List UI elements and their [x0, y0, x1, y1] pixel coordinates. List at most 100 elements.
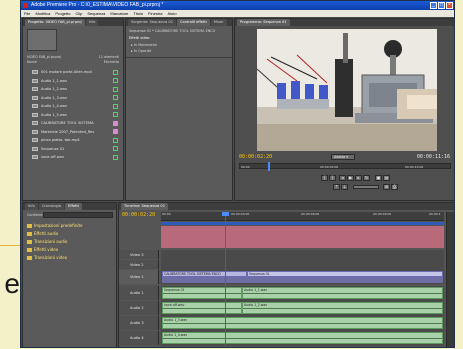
bin-audio-transitions[interactable]: Transizioni audio: [27, 239, 67, 244]
folder-icon: [27, 223, 32, 228]
project-panel: Progetto: VIDEO FAB_pi.prproj Info VIDEO…: [22, 18, 124, 201]
waveform: [163, 337, 442, 339]
file-item[interactable]: CALIBRATORE TOOL SISTEMA: [23, 119, 123, 128]
file-item[interactable]: Audio 1_1.wav: [23, 77, 123, 86]
step-back-icon[interactable]: ◂: [339, 175, 346, 181]
file-item[interactable]: 001 motore porta Allen.mp4: [23, 68, 123, 77]
video-file-icon: [32, 138, 38, 143]
track-video-2[interactable]: Video 2: [119, 260, 159, 269]
track-audio-1[interactable]: Audio 1: [119, 286, 159, 300]
track-audio-2[interactable]: Audio 2: [119, 301, 159, 315]
zoom-dropdown[interactable]: Adatta ▾: [331, 154, 355, 160]
render-region: [161, 226, 444, 248]
column-label[interactable]: Etichetta: [104, 60, 119, 64]
menu-aiuto[interactable]: Aiuto: [168, 10, 177, 17]
mark-out-icon[interactable]: }: [329, 175, 336, 181]
tab-info-2[interactable]: Info: [25, 203, 38, 210]
column-name[interactable]: Nome: [27, 60, 37, 64]
timeline-timecode[interactable]: 00:00:02:20: [122, 212, 155, 218]
slide-accent-left: [0, 245, 20, 246]
project-name: VIDEO FAB_pi.prproj: [27, 55, 62, 59]
audio-clip[interactable]: Audio 1_3.wav: [162, 317, 443, 329]
minimize-button[interactable]: _: [430, 2, 437, 9]
file-item[interactable]: voce-off.wav: [23, 153, 123, 162]
project-preview-thumbnail: [27, 29, 57, 51]
monitor-ruler[interactable]: 00:00 00:00:05:00 00:00:10:00: [239, 163, 451, 169]
trim-icon[interactable]: ⊞: [383, 184, 390, 190]
playhead-handle[interactable]: [222, 212, 229, 216]
bin-presets[interactable]: Impostazioni predefinite: [27, 223, 83, 228]
export-frame-icon[interactable]: ⎙: [391, 184, 398, 190]
tab-program[interactable]: Programma: Sequenza 01: [237, 19, 290, 26]
current-timecode[interactable]: 00:00:02:20: [239, 154, 272, 160]
close-button[interactable]: ×: [446, 2, 453, 9]
audio-file-icon: [32, 112, 38, 117]
menu-titolo[interactable]: Titolo: [133, 10, 143, 17]
audio-clip[interactable]: Audio 1_4.wav: [162, 332, 443, 344]
mark-in-icon[interactable]: {: [321, 175, 328, 181]
audio-clip[interactable]: Sequenza 01: [162, 287, 242, 299]
file-item[interactable]: Materiale 2007_Patented_Rev: [23, 128, 123, 137]
bin-video-effects[interactable]: Effetti video: [27, 247, 58, 252]
file-item[interactable]: Sequenza 01: [23, 145, 123, 154]
file-item[interactable]: Audio 1_5.wav: [23, 111, 123, 120]
lift-icon[interactable]: ⇡: [333, 184, 340, 190]
audio-file-icon: [32, 104, 38, 109]
work-area-bar[interactable]: [161, 222, 444, 225]
track-audio-4[interactable]: Audio 4: [119, 331, 159, 345]
timeline-playhead[interactable]: [225, 212, 226, 346]
menu-clip[interactable]: Clip: [75, 10, 82, 17]
menu-modifica[interactable]: Modifica: [35, 10, 50, 17]
file-item[interactable]: pinza piatta. tab.mp4: [23, 136, 123, 145]
tab-effects[interactable]: Effetti: [65, 203, 82, 210]
play-icon[interactable]: ▶: [347, 175, 354, 181]
program-monitor: Programma: Sequenza 01 00:00:02:20 Adatt…: [234, 18, 454, 201]
step-forward-icon[interactable]: ▸: [355, 175, 362, 181]
image-file-icon: [32, 129, 38, 134]
menu-file[interactable]: File: [24, 10, 30, 17]
tab-source[interactable]: Sorgente: Sequenza 01: [128, 19, 176, 26]
audio-clip[interactable]: Audio 1_1.wav: [242, 287, 443, 299]
track-video-3[interactable]: Video 3: [119, 250, 159, 259]
window-title: Adobe Premiere Pro - C:\0_ESTIMA\VIDEO F…: [31, 2, 164, 8]
audio-file-icon: [32, 95, 38, 100]
total-duration: 00:00:11:16: [416, 154, 450, 160]
monitor-playhead[interactable]: [268, 162, 270, 171]
file-item[interactable]: Audio 1_3.wav: [23, 94, 123, 103]
tab-history[interactable]: Cronologia: [38, 203, 65, 210]
premiere-app-icon: [23, 3, 28, 8]
tab-mixer[interactable]: Mixer: [210, 19, 227, 26]
folder-icon: [27, 255, 32, 260]
track-audio-3[interactable]: Audio 3: [119, 316, 159, 330]
tab-project[interactable]: Progetto: VIDEO FAB_pi.prproj: [25, 19, 85, 26]
jog-wheel[interactable]: [353, 185, 379, 189]
label-swatch: [113, 78, 118, 84]
sequence-icon: [32, 146, 38, 151]
track-video-1[interactable]: Video 1: [119, 270, 159, 284]
menu-marcatore[interactable]: Marcatore: [110, 10, 128, 17]
effects-search-input[interactable]: [43, 212, 113, 218]
output-icon[interactable]: ▤: [383, 175, 390, 181]
bin-video-transitions[interactable]: Transizioni video: [27, 255, 67, 260]
menu-finestra[interactable]: Finestra: [148, 10, 162, 17]
maximize-button[interactable]: □: [438, 2, 445, 9]
label-swatch: [113, 154, 118, 160]
timeline-scrollbar[interactable]: [446, 212, 454, 347]
menu-progetto[interactable]: Progetto: [55, 10, 70, 17]
folder-icon: [27, 231, 32, 236]
extract-icon[interactable]: ⇣: [341, 184, 348, 190]
safe-margins-icon[interactable]: ▣: [375, 175, 382, 181]
tab-info[interactable]: Info: [85, 19, 99, 26]
effect-motion[interactable]: ▸ fx Movimento: [131, 43, 157, 47]
audio-clip[interactable]: voce-off.wav: [162, 302, 242, 314]
tab-effect-controls[interactable]: Controlli effetti: [176, 19, 210, 26]
effect-opacity[interactable]: ▸ fx Opacità: [131, 49, 151, 53]
file-item[interactable]: Audio 1_2.wav: [23, 85, 123, 94]
loop-icon[interactable]: ↻: [363, 175, 370, 181]
audio-clip[interactable]: Audio 1_2.wav: [242, 302, 443, 314]
menu-sequenza[interactable]: Sequenza: [87, 10, 105, 17]
timeline-ruler[interactable]: 00:00 00:00:03:00 00:00:06:00 00:00:09:0…: [161, 212, 444, 221]
tab-timeline[interactable]: Timeline: Sequenza 01: [121, 203, 168, 210]
bin-audio-effects[interactable]: Effetti audio: [27, 231, 58, 236]
file-item[interactable]: Audio 1_4.wav: [23, 102, 123, 111]
